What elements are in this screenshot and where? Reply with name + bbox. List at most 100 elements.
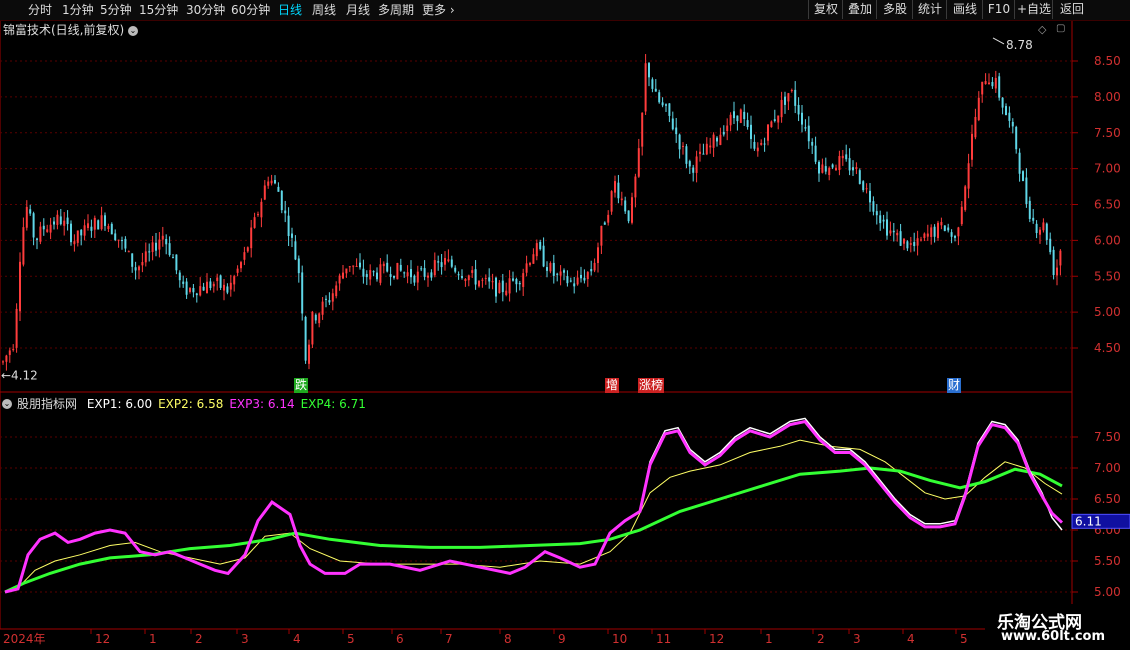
price-candle-body <box>372 271 375 273</box>
price-candle-body <box>770 121 773 128</box>
price-candle-body <box>627 210 630 222</box>
x-axis-label: 12 <box>95 632 110 646</box>
toolbar-button-2[interactable]: 多股 <box>876 0 913 19</box>
indicator-chevron-icon[interactable]: ⌄ <box>2 396 12 410</box>
price-candle-body <box>648 63 650 78</box>
period-tab-9[interactable]: 多周期 <box>378 2 414 18</box>
price-candle-body <box>988 82 990 85</box>
price-candle-body <box>661 102 664 106</box>
price-candle-body <box>729 114 732 126</box>
event-tag-0[interactable]: 跌 <box>294 378 309 393</box>
period-tab-3[interactable]: 15分钟 <box>139 2 178 18</box>
x-axis-label: 4 <box>907 632 915 646</box>
period-tab-5[interactable]: 60分钟 <box>231 2 270 18</box>
price-candle-body <box>19 261 21 312</box>
price-candle-body <box>913 242 916 247</box>
period-tab-7[interactable]: 周线 <box>312 2 336 18</box>
price-candle-body <box>580 274 582 279</box>
indicator-tick-label: 5.50 <box>1094 554 1121 568</box>
price-candle-body <box>161 235 164 240</box>
main-panel-frame <box>0 19 1073 393</box>
price-candle-body <box>461 276 463 278</box>
period-tab-1[interactable]: 1分钟 <box>62 2 94 18</box>
event-tag-3[interactable]: 财 <box>947 378 962 393</box>
price-candle-body <box>478 280 480 287</box>
price-candle-body <box>688 161 691 167</box>
x-axis-label: 2 <box>195 632 203 646</box>
price-candle-body <box>5 355 8 362</box>
price-candle-body <box>501 280 504 293</box>
toolbar-button-4[interactable]: 画线 <box>946 0 983 19</box>
price-candle-body <box>804 127 807 129</box>
period-tab-4[interactable]: 30分钟 <box>186 2 225 18</box>
x-axis-label: 8 <box>504 632 512 646</box>
period-tab-2[interactable]: 5分钟 <box>100 2 132 18</box>
price-candle-body <box>131 253 134 267</box>
price-candle-body <box>685 146 688 164</box>
price-candle-body <box>1045 223 1048 240</box>
price-candle-body <box>964 186 967 210</box>
price-candle-body <box>240 262 242 269</box>
toolbar-button-1[interactable]: 叠加 <box>842 0 877 19</box>
price-candle-body <box>535 243 538 257</box>
restore-window-icon[interactable]: ▢ <box>1056 23 1065 34</box>
price-candle-body <box>529 263 531 265</box>
price-candle-body <box>32 213 35 238</box>
price-candle-body <box>12 349 15 351</box>
period-tab-6[interactable]: 日线 <box>278 2 302 18</box>
event-tag-1[interactable]: 增 <box>605 378 620 393</box>
price-candle-body <box>773 119 776 122</box>
price-candle-body <box>872 201 875 212</box>
price-candle-body <box>719 134 722 145</box>
price-candle-body <box>692 167 695 173</box>
price-candle-body <box>801 112 803 125</box>
indicator-tick-label: 6.50 <box>1094 492 1121 506</box>
price-candle-body <box>923 233 926 239</box>
price-candle-body <box>539 241 542 250</box>
period-tab-8[interactable]: 月线 <box>346 2 370 18</box>
price-candle-body <box>15 308 18 348</box>
price-candle-body <box>950 232 953 237</box>
price-candle-body <box>59 216 62 225</box>
diamond-icon[interactable]: ◇ <box>1038 23 1046 36</box>
toolbar-button-0[interactable]: 复权 <box>808 0 843 19</box>
price-candle-body <box>396 262 399 280</box>
price-candle-body <box>73 241 76 245</box>
period-tab-0[interactable]: 分时 <box>28 2 52 18</box>
toolbar-button-7[interactable]: 返回 <box>1052 0 1091 19</box>
price-candle-body <box>257 214 259 216</box>
chevron-down-icon[interactable]: ⌄ <box>128 21 138 39</box>
price-candle-body <box>1018 152 1021 174</box>
price-candle-body <box>671 118 674 130</box>
price-candle-body <box>352 265 355 267</box>
price-candle-body <box>981 81 984 95</box>
period-tab-10[interactable]: 更多 › <box>422 2 455 18</box>
price-candle-body <box>586 272 589 280</box>
price-candle-body <box>134 267 137 271</box>
price-candle-body <box>63 220 66 226</box>
price-candle-body <box>637 148 640 177</box>
price-candle-body <box>600 225 603 246</box>
price-candle-body <box>325 298 327 300</box>
toolbar-button-6[interactable]: +自选 <box>1014 0 1053 19</box>
price-candle-body <box>705 143 708 155</box>
event-tag-2[interactable]: 涨榜 <box>638 378 665 393</box>
price-candle-body <box>828 167 831 176</box>
price-candle-body <box>46 229 49 232</box>
price-candle-body <box>243 252 246 260</box>
price-candle-body <box>87 223 89 229</box>
toolbar-button-3[interactable]: 统计 <box>912 0 947 19</box>
price-candle-body <box>464 278 467 281</box>
price-candle-body <box>270 180 273 184</box>
price-candle-body <box>440 262 443 268</box>
price-candle-body <box>155 242 157 251</box>
price-candle-body <box>624 200 627 212</box>
price-candle-body <box>712 134 715 148</box>
x-axis-label: 12 <box>709 632 724 646</box>
toolbar-button-5[interactable]: F10 <box>982 0 1015 19</box>
x-axis-label: 5 <box>347 632 355 646</box>
price-candle-body <box>644 63 647 112</box>
price-tick-label: 7.50 <box>1094 126 1121 140</box>
price-candle-body <box>321 301 324 315</box>
price-candle-body <box>117 239 120 241</box>
